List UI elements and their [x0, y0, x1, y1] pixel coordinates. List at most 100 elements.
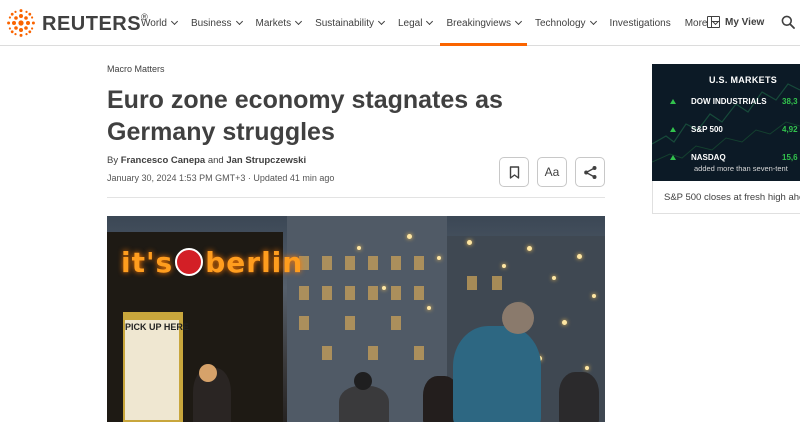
light-bokeh	[527, 246, 532, 251]
market-name: S&P 500	[691, 125, 723, 134]
bookmark-icon	[509, 165, 519, 179]
my-view-label: My View	[725, 16, 765, 28]
building-window	[391, 316, 401, 330]
building-window	[322, 346, 332, 360]
kiosk-sign: it's berlin	[121, 246, 303, 279]
market-row-sp500[interactable]: S&P 500	[670, 125, 723, 134]
header-divider	[107, 197, 605, 198]
bookmark-button[interactable]	[499, 157, 529, 187]
light-bokeh	[577, 254, 582, 259]
building-window	[299, 286, 309, 300]
article-headline: Euro zone economy stagnates as Germany s…	[107, 84, 607, 148]
nav-item-legal[interactable]: Legal	[398, 0, 446, 46]
building-window	[492, 276, 502, 290]
person-head	[354, 372, 372, 390]
kiosk-pickup-label: PICK UP HERE	[125, 322, 189, 332]
nav-item-markets[interactable]: Markets	[256, 0, 316, 46]
nav-item-world[interactable]: World	[141, 0, 191, 46]
markets-title: U.S. MARKETS	[708, 75, 778, 85]
nav-item-technology[interactable]: Technology	[535, 0, 610, 46]
nav-item-investigations[interactable]: Investigations	[610, 0, 685, 46]
nav-item-label: World	[141, 17, 167, 29]
author-link[interactable]: Francesco Canepa	[121, 155, 205, 166]
building-window	[391, 256, 401, 270]
building-window	[345, 316, 355, 330]
light-bokeh	[467, 240, 472, 245]
person-silhouette	[453, 326, 541, 422]
byline-conjunction: and	[207, 155, 224, 166]
arrow-up-icon	[670, 127, 676, 132]
section-label[interactable]: Macro Matters	[107, 64, 165, 74]
person-silhouette	[339, 386, 389, 422]
arrow-up-icon	[670, 155, 676, 160]
sign-logo-icon	[175, 248, 204, 276]
market-value: 38,3	[782, 97, 798, 106]
byline-prefix: By	[107, 155, 119, 166]
nav-item-label: More	[684, 17, 708, 29]
font-size-button[interactable]: Aa	[537, 157, 567, 187]
nav-item-label: Technology	[534, 17, 586, 29]
nav-item-label: Investigations	[609, 17, 671, 29]
markets-widget[interactable]: U.S. MARKETS DOW INDUSTRIALS 38,3 S&P 50…	[652, 64, 800, 181]
market-row-nasdaq[interactable]: NASDAQ	[670, 153, 726, 162]
nav-item-sustainability[interactable]: Sustainability	[315, 0, 398, 46]
sign-text: it's	[121, 246, 174, 279]
light-bokeh	[592, 294, 596, 298]
nav-item-business[interactable]: Business	[191, 0, 256, 46]
person-silhouette	[559, 372, 599, 422]
light-bokeh	[357, 246, 361, 250]
market-value: 15,6	[782, 153, 798, 162]
byline: By Francesco Canepa and Jan Strupczewski	[107, 155, 306, 166]
chevron-down-icon	[589, 17, 597, 26]
top-navigation: REUTERS® World Business Markets Sustaina…	[0, 0, 800, 46]
building-window	[368, 346, 378, 360]
sign-text: berlin	[205, 246, 304, 279]
market-name: NASDAQ	[691, 153, 726, 162]
market-headline-link[interactable]: S&P 500 closes at fresh high ahe	[664, 192, 800, 203]
person-head	[199, 364, 217, 382]
light-bokeh	[407, 234, 412, 239]
market-value: 4,92	[782, 125, 798, 134]
reuters-logo-icon[interactable]	[6, 8, 36, 38]
headline-line: Germany struggles	[107, 118, 335, 146]
brand-wordmark[interactable]: REUTERS®	[42, 12, 148, 36]
light-bokeh	[502, 264, 506, 268]
chevron-down-icon	[235, 17, 243, 26]
article-hero-image[interactable]: it's berlin PICK UP HERE	[107, 216, 605, 422]
nav-menu: World Business Markets Sustainability Le…	[141, 0, 732, 46]
publish-dateline: January 30, 2024 1:53 PM GMT+3 · Updated…	[107, 173, 335, 183]
chevron-down-icon	[426, 17, 434, 26]
light-bokeh	[552, 276, 556, 280]
building-window	[299, 316, 309, 330]
kiosk-window	[125, 320, 179, 420]
brand-name: REUTERS	[42, 13, 142, 35]
share-icon	[583, 165, 596, 179]
market-row-dow[interactable]: DOW INDUSTRIALS	[670, 97, 767, 106]
building-window	[467, 276, 477, 290]
layout-icon	[707, 16, 720, 28]
author-link[interactable]: Jan Strupczewski	[226, 155, 306, 166]
share-button[interactable]	[575, 157, 605, 187]
building-window	[322, 256, 332, 270]
arrow-up-icon	[670, 99, 676, 104]
market-ticker-note: added more than seven-tent	[694, 164, 788, 173]
nav-item-label: Sustainability	[315, 17, 374, 29]
headline-line: Euro zone economy stagnates as	[107, 86, 503, 114]
building-window	[414, 286, 424, 300]
nav-item-label: Legal	[398, 17, 423, 29]
building-window	[345, 256, 355, 270]
light-bokeh	[382, 286, 386, 290]
building-window	[322, 286, 332, 300]
market-name: DOW INDUSTRIALS	[691, 97, 767, 106]
search-icon[interactable]	[781, 15, 795, 29]
nav-item-label: Markets	[255, 17, 292, 29]
nav-item-label: Breakingviews	[446, 17, 511, 29]
light-bokeh	[585, 366, 589, 370]
my-view-button[interactable]: My View	[707, 16, 764, 28]
font-size-label: Aa	[544, 165, 560, 179]
building-window	[414, 346, 424, 360]
building-window	[345, 286, 355, 300]
chevron-down-icon	[377, 17, 386, 26]
nav-item-breakingviews[interactable]: Breakingviews	[440, 0, 534, 46]
light-bokeh	[562, 320, 567, 325]
